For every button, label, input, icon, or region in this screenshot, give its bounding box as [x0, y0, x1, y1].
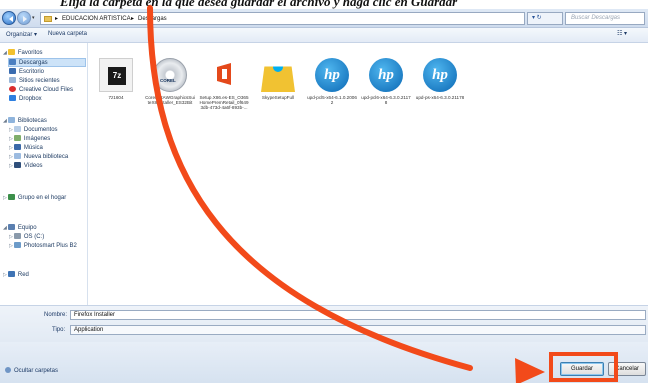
chevron-up-icon — [5, 367, 11, 373]
organize-button[interactable]: Organizar ▾ — [6, 31, 37, 38]
file-name: CorelDRAWGraphicsSuiteX8Installer_ES32Bi… — [145, 95, 195, 106]
hp-icon: hp — [423, 58, 457, 92]
expand-icon: ◢ — [3, 225, 7, 231]
breadcrumb-separator[interactable]: ▸ — [131, 14, 134, 24]
collapse-icon: ▷ — [3, 272, 7, 278]
sidebar-item-documentos[interactable]: ▷ Documentos — [9, 126, 58, 135]
music-icon — [13, 144, 21, 150]
computer-icon — [7, 224, 15, 230]
network-item[interactable]: ▷ Red — [3, 271, 29, 280]
expand-icon: ◢ — [3, 118, 7, 124]
hide-folders-button[interactable]: Ocultar carpetas — [5, 367, 58, 374]
documents-icon — [13, 126, 21, 132]
recent-locations-dropdown[interactable]: ▾ — [32, 15, 35, 21]
file-name: 7z1604 — [108, 95, 124, 100]
expand-icon: ◢ — [3, 50, 7, 56]
office-icon — [207, 58, 241, 92]
caption-text: Elija la carpeta en la que desea guardar… — [60, 0, 458, 9]
creative-cloud-icon — [9, 86, 16, 92]
collapse-icon: ▷ — [9, 145, 13, 151]
hp-icon: hp — [315, 58, 349, 92]
collapse-icon: ▷ — [9, 234, 13, 240]
collapse-icon: ▷ — [9, 136, 13, 142]
forward-button[interactable] — [17, 11, 31, 25]
collapse-icon: ▷ — [3, 195, 7, 201]
sidebar-item-creative-cloud[interactable]: Creative Cloud Files — [9, 86, 73, 95]
star-icon — [7, 49, 15, 55]
collapse-icon: ▷ — [9, 243, 13, 249]
videos-icon — [13, 162, 21, 168]
new-folder-button[interactable]: Nueva carpeta — [48, 31, 87, 37]
hp-icon: hp — [369, 58, 403, 92]
file-item[interactable]: hp upd-ps-x64-6.3.0.21178 — [415, 58, 465, 100]
file-item[interactable]: Setup.X86.es-ES_O365HomePremRetail_0f649… — [199, 58, 249, 111]
view-options-button[interactable]: ☷ ▾ — [617, 30, 627, 37]
sidebar-item-videos[interactable]: ▷ Vídeos — [9, 162, 43, 171]
sidebar-item-escritorio[interactable]: Escritorio — [9, 68, 44, 77]
homegroup-item[interactable]: ▷ Grupo en el hogar — [3, 194, 66, 203]
sidebar-item-photosmart[interactable]: ▷ Photosmart Plus B2 — [9, 242, 77, 251]
library-icon — [13, 153, 21, 159]
save-highlight-box — [549, 352, 618, 382]
file-name: Setup.X86.es-ES_O365HomePremRetail_0f649… — [199, 95, 249, 111]
search-input[interactable]: Buscar Descargas — [565, 12, 645, 25]
7zip-icon — [99, 58, 133, 92]
folder-icon — [44, 16, 52, 22]
collapse-icon: ▷ — [9, 127, 13, 133]
refresh-button[interactable]: ▾ ↻ — [527, 12, 563, 25]
recent-places-icon — [9, 77, 16, 83]
file-name: SkypeSetupFull — [261, 95, 295, 100]
dropbox-icon — [9, 95, 16, 101]
address-bar-row: ▾ ▸ EDUCACION ARTISTICA ▸ Descargas ▾ ↻ … — [0, 9, 648, 28]
back-button[interactable] — [2, 11, 16, 25]
pictures-icon — [13, 135, 21, 141]
navigation-pane: ◢ Favoritos Descargas Escritorio Sitios r… — [0, 43, 88, 305]
sidebar-item-os-c[interactable]: ▷ OS (C:) — [9, 233, 44, 242]
sidebar-item-imagenes[interactable]: ▷ Imágenes — [9, 135, 50, 144]
breadcrumb-separator[interactable]: ▸ — [55, 14, 58, 24]
search-placeholder: Buscar Descargas — [571, 15, 621, 21]
file-item[interactable]: SkypeSetupFull — [253, 58, 303, 100]
collapse-icon: ▷ — [9, 154, 13, 160]
sidebar-item-musica[interactable]: ▷ Música — [9, 144, 43, 153]
corel-cd-icon: COREL — [153, 58, 187, 92]
sidebar-item-sitios-recientes[interactable]: Sitios recientes — [9, 77, 60, 86]
downloads-icon — [9, 59, 16, 65]
breadcrumb-descargas[interactable]: Descargas — [138, 14, 167, 24]
file-item[interactable]: hp upd-pcl5-x64-6.1.0.20062 — [307, 58, 357, 105]
desktop-icon — [9, 68, 16, 74]
file-name: upd-pcl5-x64-6.1.0.20062 — [307, 95, 357, 106]
breadcrumb-educacion-artistica[interactable]: EDUCACION ARTISTICA — [62, 14, 131, 24]
file-item[interactable]: 7z1604 — [91, 58, 141, 100]
toolbar: Organizar ▾ Nueva carpeta ☷ ▾ — [0, 28, 648, 43]
collapse-icon: ▷ — [9, 163, 13, 169]
drive-icon — [13, 233, 21, 239]
file-item[interactable]: COREL CorelDRAWGraphicsSuiteX8Installer_… — [145, 58, 195, 105]
address-box[interactable]: ▸ EDUCACION ARTISTICA ▸ Descargas — [40, 12, 525, 25]
homegroup-icon — [7, 194, 15, 200]
file-type-label: Tipo: — [52, 327, 66, 333]
libraries-icon — [7, 117, 15, 123]
file-name-label: Nombre: — [44, 312, 68, 318]
file-name: upd-pcl6-x64-6.3.0.21178 — [361, 95, 411, 106]
save-fields: Nombre: Firefox Installer Tipo: Applicat… — [0, 305, 648, 342]
sidebar-item-nueva-biblioteca[interactable]: ▷ Nueva biblioteca — [9, 153, 68, 162]
sidebar-item-descargas[interactable]: Descargas — [8, 58, 86, 67]
network-icon — [7, 271, 15, 277]
printer-drive-icon — [13, 242, 21, 248]
file-name: upd-ps-x64-6.3.0.21178 — [415, 95, 465, 100]
file-list: 7z1604 COREL CorelDRAWGraphicsSuiteX8Ins… — [89, 43, 648, 305]
file-name-input[interactable]: Firefox Installer — [70, 310, 646, 320]
file-item[interactable]: hp upd-pcl6-x64-6.3.0.21178 — [361, 58, 411, 105]
sidebar-item-dropbox[interactable]: Dropbox — [9, 95, 42, 104]
libraries-group[interactable]: ◢ Bibliotecas — [3, 117, 47, 126]
file-type-select[interactable]: Application — [70, 325, 646, 335]
favorites-group[interactable]: ◢ Favoritos — [3, 49, 43, 58]
skype-setup-icon — [261, 66, 295, 92]
computer-group[interactable]: ◢ Equipo — [3, 224, 37, 233]
instruction-caption: Elija la carpeta en la que desea guardar… — [0, 0, 648, 9]
